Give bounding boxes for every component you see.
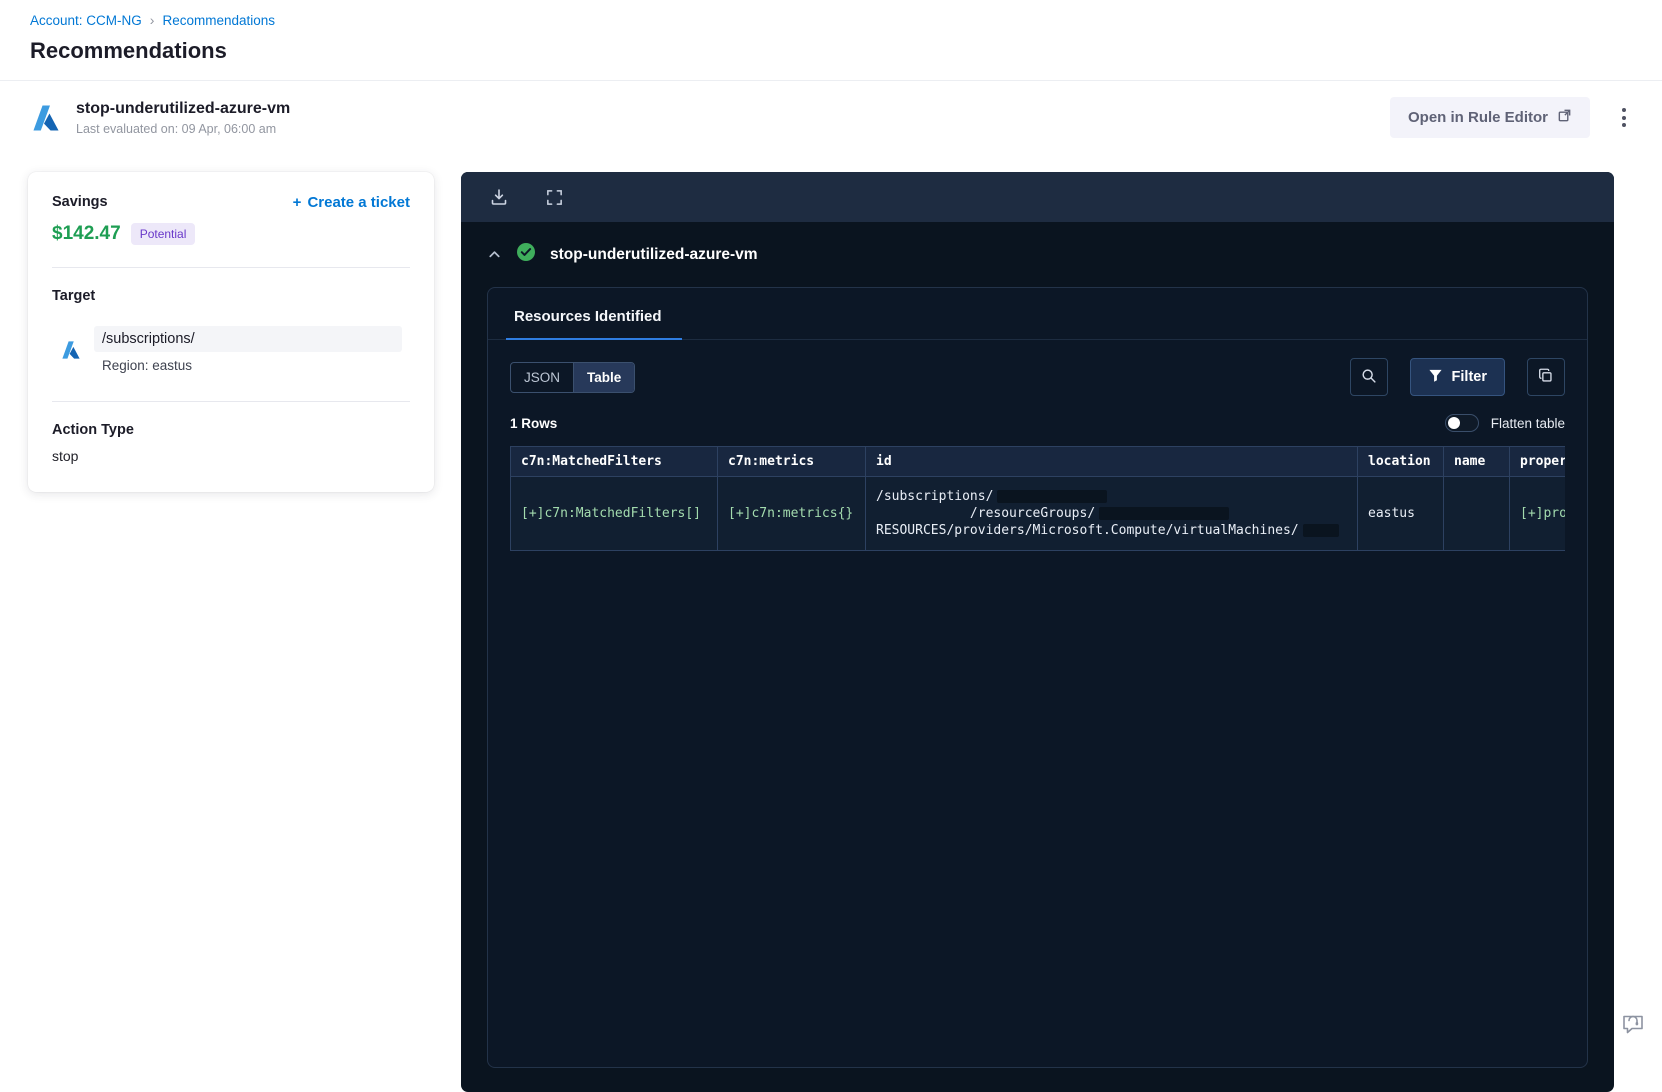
savings-card: Savings + Create a ticket $142.47 Potent… [28, 172, 434, 492]
rule-section-header: stop-underutilized-azure-vm [461, 222, 1614, 281]
open-rule-editor-label: Open in Rule Editor [1407, 109, 1548, 126]
search-icon [1360, 367, 1378, 388]
cell-location: eastus [1357, 476, 1444, 551]
divider [52, 267, 410, 268]
azure-logo-icon [30, 102, 62, 134]
breadcrumb-separator: › [149, 12, 155, 28]
breadcrumb-recommendations-link[interactable]: Recommendations [162, 13, 275, 28]
download-button[interactable] [487, 185, 511, 209]
copy-button[interactable] [1527, 358, 1565, 396]
view-table-button[interactable]: Table [573, 362, 635, 392]
cell-matched-filters-expander[interactable]: [+]c7n:MatchedFilters[] [510, 476, 718, 551]
main-content: Savings + Create a ticket $142.47 Potent… [0, 154, 1662, 1092]
viewer-toolbar [461, 172, 1614, 222]
plus-icon: + [292, 194, 302, 211]
rows-count: 1 Rows [510, 415, 558, 431]
target-resource-row[interactable]: /subscriptions/ Region: eastus [52, 320, 410, 379]
filter-label: Filter [1451, 369, 1487, 385]
cell-id: /subscriptions/ /resourceGroups/ RESOURC… [865, 476, 1358, 551]
last-evaluated-text: Last evaluated on: 09 Apr, 06:00 am [76, 121, 277, 136]
external-link-icon [1557, 108, 1572, 127]
tab-resources-identified[interactable]: Resources Identified [506, 302, 682, 340]
redacted-value [1302, 524, 1339, 537]
resources-viewer-panel: stop-underutilized-azure-vm Resources Id… [461, 172, 1614, 1092]
view-mode-segmented-control: JSON Table [510, 361, 636, 393]
cell-properties-expander[interactable]: [+]properties{} [1509, 476, 1565, 551]
resources-tabbar: Resources Identified [488, 288, 1587, 340]
target-path: /subscriptions/ [94, 326, 402, 352]
col-header-id: id [865, 446, 1358, 477]
target-label: Target [52, 288, 96, 304]
col-header-metrics: c7n:metrics [717, 446, 866, 477]
breadcrumb: Account: CCM-NG › Recommendations [30, 12, 1632, 28]
filter-button[interactable]: Filter [1409, 358, 1505, 396]
asset-titles: stop-underutilized-azure-vm Last evaluat… [76, 100, 290, 136]
savings-label: Savings [52, 194, 108, 210]
azure-target-icon [60, 339, 82, 361]
table-meta: 1 Rows Flatten table [488, 410, 1587, 446]
asset-actions: Open in Rule Editor [1389, 97, 1632, 138]
action-type-value: stop [52, 448, 79, 464]
filter-funnel-icon [1428, 368, 1443, 387]
resources-table: c7n:MatchedFilters c7n:metrics id locati… [510, 446, 1565, 551]
table-controls: JSON Table Filter [488, 340, 1587, 410]
resources-table-wrap: c7n:MatchedFilters c7n:metrics id locati… [510, 446, 1565, 551]
redacted-value [1099, 507, 1230, 520]
page-title: Recommendations [30, 38, 227, 63]
action-type-label: Action Type [52, 422, 134, 438]
redacted-value [997, 490, 1108, 503]
cell-metrics-expander[interactable]: [+]c7n:metrics{} [717, 476, 866, 551]
cell-name [1443, 476, 1510, 551]
potential-badge: Potential [130, 223, 196, 245]
col-header-name: name [1443, 446, 1510, 477]
resources-card: Resources Identified JSON Table Filter 1… [487, 287, 1588, 1068]
top-header: Account: CCM-NG › Recommendations Recomm… [0, 0, 1662, 64]
fullscreen-button[interactable] [543, 186, 566, 209]
flatten-table-label: Flatten table [1490, 415, 1565, 431]
savings-amount: $142.47 [52, 223, 121, 244]
copy-icon [1537, 367, 1555, 388]
col-header-matched-filters: c7n:MatchedFilters [510, 446, 718, 477]
flatten-table-toggle[interactable] [1444, 414, 1479, 432]
chat-bubble-icon [1620, 1015, 1646, 1041]
success-check-icon [516, 242, 536, 267]
rule-name: stop-underutilized-azure-vm [76, 99, 291, 117]
table-header-row: c7n:MatchedFilters c7n:metrics id locati… [510, 446, 1565, 477]
target-region: Region: eastus [102, 358, 193, 373]
search-button[interactable] [1349, 358, 1388, 396]
col-header-location: location [1357, 446, 1444, 477]
breadcrumb-account-link[interactable]: Account: CCM-NG [30, 13, 142, 28]
divider [52, 401, 410, 402]
create-ticket-label: Create a ticket [307, 194, 410, 211]
collapse-chevron-icon[interactable] [487, 247, 502, 262]
asset-header: stop-underutilized-azure-vm Last evaluat… [0, 81, 1662, 154]
rule-section-title: stop-underutilized-azure-vm [550, 245, 758, 263]
table-row: [+]c7n:MatchedFilters[] [+]c7n:metrics{}… [510, 476, 1565, 551]
more-options-menu[interactable] [1616, 104, 1632, 131]
chat-help-button[interactable] [1620, 1011, 1646, 1042]
create-ticket-button[interactable]: + Create a ticket [293, 194, 410, 211]
col-header-properties: properties [1509, 446, 1565, 477]
open-rule-editor-button[interactable]: Open in Rule Editor [1389, 97, 1590, 138]
view-json-button[interactable]: JSON [511, 363, 573, 392]
